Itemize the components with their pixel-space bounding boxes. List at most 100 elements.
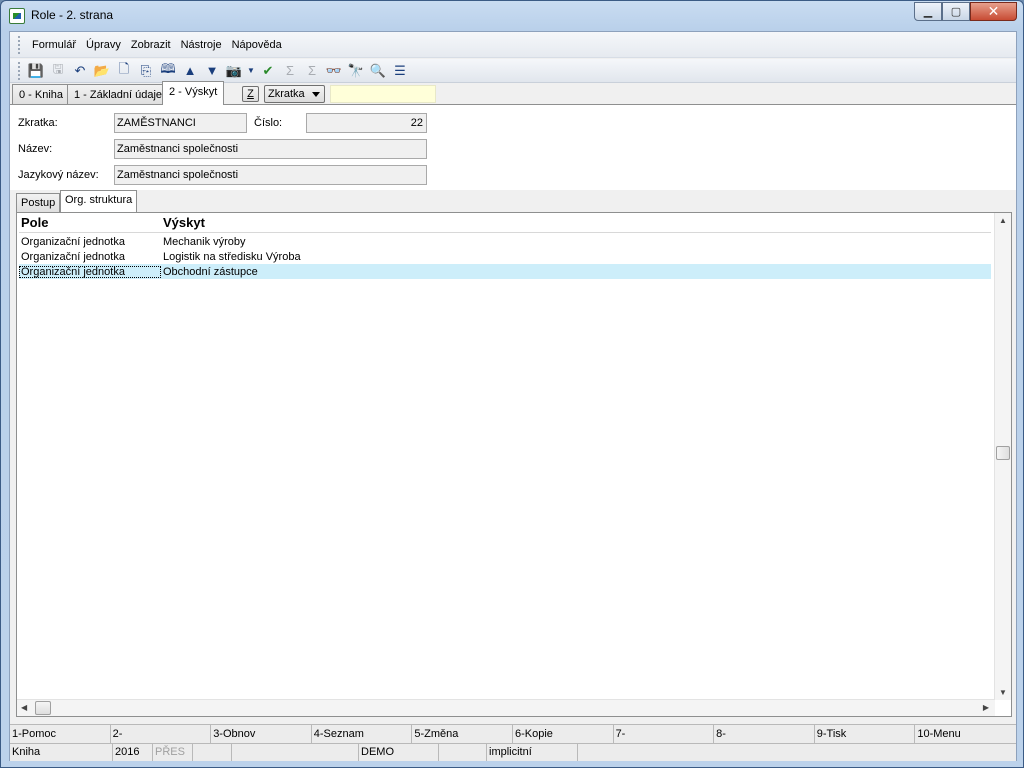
fkey-7[interactable]: 7- xyxy=(614,725,715,743)
save-as-button[interactable]: 🖫 xyxy=(47,60,69,82)
horizontal-scrollbar[interactable]: ◀ ▶ xyxy=(17,699,995,716)
new-button[interactable]: 🗋 xyxy=(113,60,135,82)
subtab-org-struktura[interactable]: Org. struktura xyxy=(60,190,138,212)
grid-header: Pole Výskyt xyxy=(19,215,991,233)
book-icon: 🕮 xyxy=(160,60,176,76)
toolbar: 💾 🖫 ↶ 📂 🗋 ⎘ 🕮 ▲ ▼ 📷 ▼ ✔ Σ Σ 👓 🔭 🔍 ☰ xyxy=(10,59,1016,83)
snapshot-dropdown[interactable]: ▼ xyxy=(245,60,257,82)
menu-zobrazit[interactable]: Zobrazit xyxy=(126,37,176,53)
title-bar[interactable]: Role - 2. strana ▁ ▢ ✕ xyxy=(1,1,1023,31)
sum-options-button[interactable]: Σ xyxy=(301,60,323,82)
window-title: Role - 2. strana xyxy=(31,8,114,22)
undo-button[interactable]: ↶ xyxy=(69,60,91,82)
fkey-1[interactable]: 1-Pomoc xyxy=(10,725,111,743)
menu-upravy[interactable]: Úpravy xyxy=(81,37,126,53)
fkey-10[interactable]: 10-Menu xyxy=(915,725,1016,743)
sort-combo-value: Zkratka xyxy=(268,88,305,100)
table-row[interactable]: Organizační jednotka Logistik na středis… xyxy=(19,249,991,264)
tab-vyskyt-label: 2 - Výskyt xyxy=(169,86,218,98)
cell-pole: Organizační jednotka xyxy=(21,235,125,248)
minimize-icon: ▁ xyxy=(923,6,933,18)
status-empty-3 xyxy=(439,744,487,761)
fkey-2[interactable]: 2- xyxy=(111,725,212,743)
close-button[interactable]: ✕ xyxy=(970,2,1017,21)
window-controls: ▁ ▢ ✕ xyxy=(914,2,1017,21)
toolbar-grip xyxy=(18,61,21,80)
list-view-button[interactable]: ☰ xyxy=(389,60,411,82)
move-down-button[interactable]: ▼ xyxy=(201,60,223,82)
new-document-icon: 🗋 xyxy=(118,60,130,76)
fkey-8[interactable]: 8- xyxy=(714,725,815,743)
zkratka-label: Zkratka: xyxy=(18,117,58,129)
filter-button[interactable]: ✔ xyxy=(257,60,279,82)
data-grid: Pole Výskyt Organizační jednotka Mechani… xyxy=(16,212,1012,717)
column-header-vyskyt[interactable]: Výskyt xyxy=(161,215,205,232)
save-button[interactable]: 💾 xyxy=(25,60,47,82)
binoculars-next-icon: 🔭 xyxy=(347,62,365,78)
tab-vyskyt[interactable]: 2 - Výskyt xyxy=(162,81,225,105)
fkey-5[interactable]: 5-Změna xyxy=(412,725,513,743)
maximize-button[interactable]: ▢ xyxy=(942,2,970,21)
column-header-pole[interactable]: Pole xyxy=(19,215,161,232)
vertical-scrollbar[interactable]: ▲ ▼ xyxy=(994,213,1011,700)
binoculars-replace-icon: 🔍 xyxy=(369,62,387,78)
tab-kniha-label: 0 - Kniha xyxy=(19,89,64,101)
status-bar: Kniha 2016 PŘES DEMO implicitní xyxy=(10,743,1016,761)
tab-kniha[interactable]: 0 - Kniha xyxy=(12,84,71,104)
cell-pole: Organizační jednotka xyxy=(21,250,125,263)
fkey-9[interactable]: 9-Tisk xyxy=(815,725,916,743)
book-button[interactable]: 🕮 xyxy=(157,60,179,82)
status-empty-4 xyxy=(578,744,1016,761)
move-up-button[interactable]: ▲ xyxy=(179,60,201,82)
tab-zakladni-udaje[interactable]: 1 - Základní údaje xyxy=(67,84,170,104)
scroll-down-icon[interactable]: ▼ xyxy=(999,688,1007,697)
scroll-left-icon[interactable]: ◀ xyxy=(21,703,27,712)
find-button[interactable]: 👓 xyxy=(323,60,345,82)
status-year: 2016 xyxy=(113,744,153,761)
save-as-icon: 🖫 xyxy=(52,60,64,76)
status-mode: PŘES xyxy=(153,744,193,761)
subtab-postup[interactable]: Postup xyxy=(16,193,61,212)
arrow-up-icon: ▲ xyxy=(183,63,197,78)
snapshot-button[interactable]: 📷 xyxy=(223,60,245,82)
zkratka-field[interactable]: ZAMĚSTNANCI xyxy=(114,113,247,133)
quick-search-input[interactable] xyxy=(330,85,436,103)
find-next-button[interactable]: 🔭 xyxy=(345,60,367,82)
sum-button[interactable]: Σ xyxy=(279,60,301,82)
sort-combo[interactable]: Zkratka xyxy=(264,85,325,103)
menu-formular[interactable]: Formulář xyxy=(27,37,81,53)
vertical-scroll-thumb[interactable] xyxy=(996,446,1010,460)
table-row-selected[interactable]: Organizační jednotka Obchodní zástupce xyxy=(19,264,991,279)
scroll-up-icon[interactable]: ▲ xyxy=(999,216,1007,225)
sort-direction-button[interactable]: Z xyxy=(242,86,259,102)
scroll-right-icon[interactable]: ▶ xyxy=(983,703,989,712)
nazev-field[interactable]: Zaměstnanci společnosti xyxy=(114,139,427,159)
sigma-settings-icon: Σ xyxy=(307,63,317,78)
jazykovy-nazev-field[interactable]: Zaměstnanci společnosti xyxy=(114,165,427,185)
function-key-bar: 1-Pomoc 2- 3-Obnov 4-Seznam 5-Změna 6-Ko… xyxy=(10,724,1016,743)
status-empty-1 xyxy=(193,744,232,761)
open-button[interactable]: 📂 xyxy=(91,60,113,82)
maximize-icon: ▢ xyxy=(950,6,962,18)
save-icon: 💾 xyxy=(27,62,45,78)
copy-button[interactable]: ⎘ xyxy=(135,60,157,82)
fkey-4[interactable]: 4-Seznam xyxy=(312,725,413,743)
camera-icon: 📷 xyxy=(225,62,243,78)
menu-nastroje[interactable]: Nástroje xyxy=(176,37,227,53)
sub-tabs: Postup Org. struktura xyxy=(10,190,1016,212)
client-area: Formulář Úpravy Zobrazit Nástroje Nápově… xyxy=(9,31,1017,761)
horizontal-scroll-thumb[interactable] xyxy=(35,701,51,715)
tab-zakladni-udaje-label: 1 - Základní údaje xyxy=(74,89,163,101)
table-row[interactable]: Organizační jednotka Mechanik výroby xyxy=(19,234,991,249)
fkey-3[interactable]: 3-Obnov xyxy=(211,725,312,743)
menu-napoveda[interactable]: Nápověda xyxy=(227,37,287,53)
cell-vyskyt: Mechanik výroby xyxy=(163,235,246,248)
fkey-6[interactable]: 6-Kopie xyxy=(513,725,614,743)
cislo-field[interactable]: 22 xyxy=(306,113,427,133)
subtab-postup-label: Postup xyxy=(21,197,56,209)
nazev-label: Název: xyxy=(18,143,53,155)
app-icon xyxy=(9,8,25,24)
minimize-button[interactable]: ▁ xyxy=(914,2,942,21)
cell-vyskyt: Obchodní zástupce xyxy=(163,265,258,278)
find-replace-button[interactable]: 🔍 xyxy=(367,60,389,82)
